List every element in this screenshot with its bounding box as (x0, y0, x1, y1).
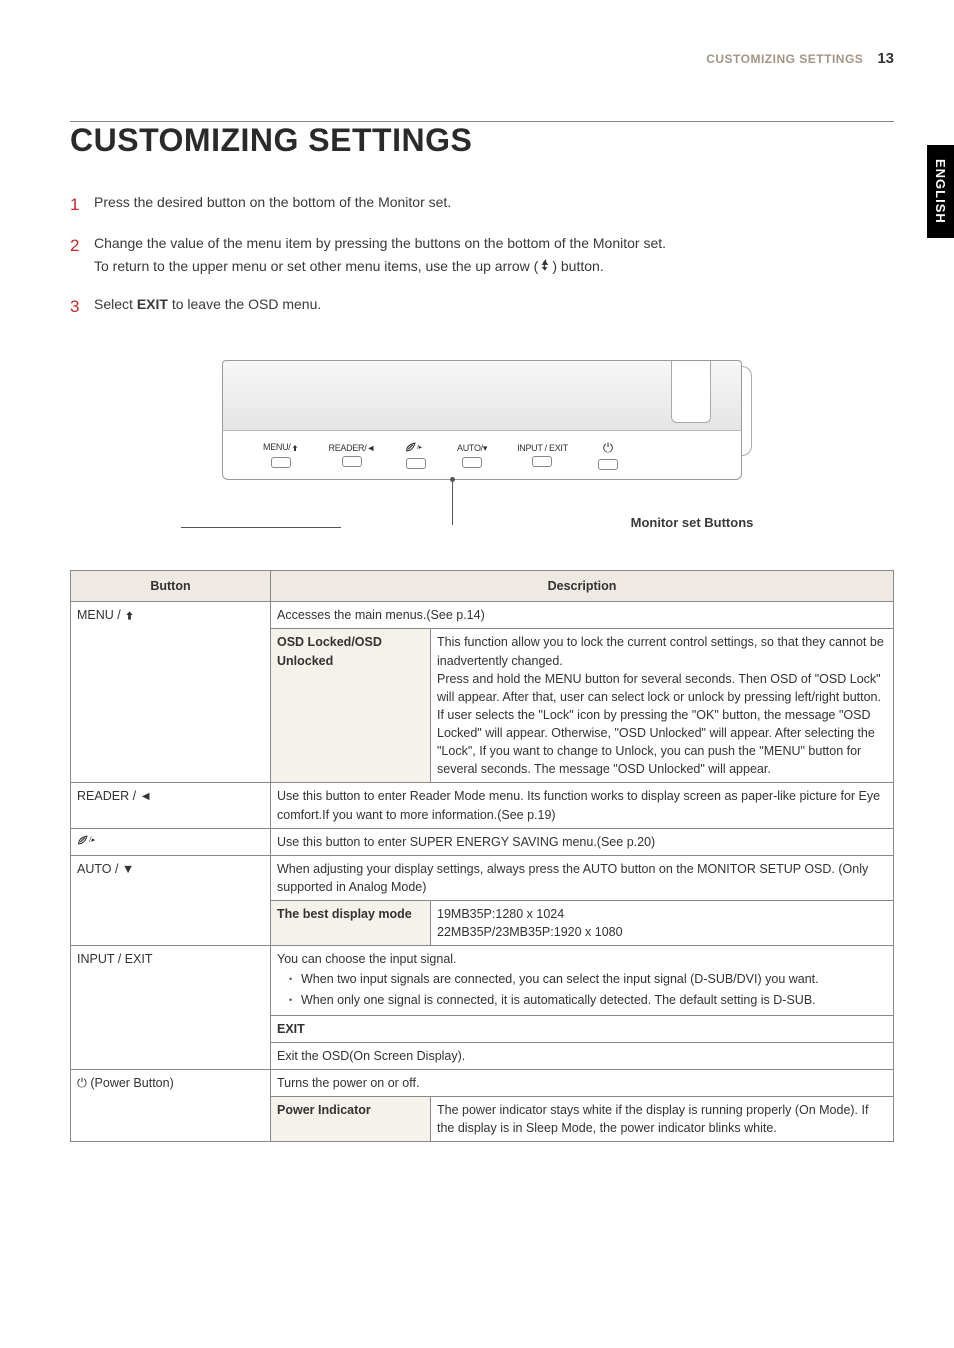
diagram-callout: Monitor set Buttons (631, 515, 754, 530)
step-item: 2 Change the value of the menu item by p… (70, 232, 894, 279)
diagram-input-button: INPUT / EXIT (517, 443, 568, 467)
language-tab: ENGLISH (927, 145, 954, 238)
diagram-power-button: ⏻ (598, 440, 618, 470)
leaf-icon: /▸ (77, 835, 99, 849)
table-header-description: Description (271, 571, 894, 602)
list-item: When two input signals are connected, yo… (289, 970, 887, 988)
row-ez-label: /▸ (71, 828, 271, 855)
row-menu-sublabel: OSD Locked/OSD Unlocked (271, 629, 431, 783)
row-auto-label: AUTO / ▼ (71, 855, 271, 946)
step-text: Press the desired button on the bottom o… (94, 191, 451, 218)
row-input-desc: You can choose the input signal. When tw… (271, 946, 894, 1015)
diagram-reader-button: READER/◄ (329, 443, 376, 467)
step-item: 3 Select EXIT to leave the OSD menu. (70, 293, 894, 320)
row-reader-desc: Use this button to enter Reader Mode men… (271, 783, 894, 828)
diagram-menu-button: MENU/ (263, 442, 299, 468)
diagram-auto-button: AUTO/▾ (457, 443, 487, 468)
row-menu-desc: Accesses the main menus.(See p.14) (271, 602, 894, 629)
up-arrow-icon (124, 608, 135, 626)
power-icon: ⏻ (77, 1076, 87, 1090)
step-number: 3 (70, 293, 94, 320)
row-input-label: INPUT / EXIT (71, 946, 271, 1070)
button-description-table: Button Description MENU / Accesses the m… (70, 570, 894, 1142)
power-icon: ⏻ (603, 440, 613, 456)
step-number: 2 (70, 232, 94, 279)
monitor-diagram: MENU/ READER/◄ /▸ AUTO/▾ INPUT / EXIT (70, 360, 894, 530)
row-menu-subdesc: This function allow you to lock the curr… (431, 629, 894, 783)
row-auto-subdesc: 19MB35P:1280 x 1024 22MB35P/23MB35P:1920… (431, 901, 894, 946)
row-auto-desc: When adjusting your display settings, al… (271, 855, 894, 900)
diagram-ez-button: /▸ (405, 441, 427, 469)
step-text: Change the value of the menu item by pre… (94, 232, 666, 279)
header-section: CUSTOMIZING SETTINGS (706, 52, 863, 66)
row-reader-label: READER / ◄ (71, 783, 271, 828)
leaf-icon: /▸ (405, 441, 427, 455)
instruction-list: 1 Press the desired button on the bottom… (70, 191, 894, 320)
page-header: CUSTOMIZING SETTINGS 13 (70, 50, 894, 71)
row-auto-sublabel: The best display mode (271, 901, 431, 946)
svg-text:/▸: /▸ (88, 836, 96, 844)
page-title: CUSTOMIZING SETTINGS (70, 122, 894, 159)
up-arrow-icon (291, 444, 299, 454)
row-power-sublabel: Power Indicator (271, 1097, 431, 1142)
step-number: 1 (70, 191, 94, 218)
row-power-desc: Turns the power on or off. (271, 1069, 894, 1096)
row-exit-desc: Exit the OSD(On Screen Display). (271, 1042, 894, 1069)
up-arrow-icon (538, 257, 552, 279)
list-item: When only one signal is connected, it is… (289, 991, 887, 1009)
svg-text:/▸: /▸ (417, 444, 423, 451)
table-header-button: Button (71, 571, 271, 602)
row-ez-desc: Use this button to enter SUPER ENERGY SA… (271, 828, 894, 855)
row-power-subdesc: The power indicator stays white if the d… (431, 1097, 894, 1142)
row-menu-label: MENU / (71, 602, 271, 783)
row-exit-header: EXIT (271, 1015, 894, 1042)
step-text: Select EXIT to leave the OSD menu. (94, 293, 321, 320)
row-power-label: ⏻ (Power Button) (71, 1069, 271, 1141)
step-item: 1 Press the desired button on the bottom… (70, 191, 894, 218)
header-page-number: 13 (877, 50, 894, 67)
